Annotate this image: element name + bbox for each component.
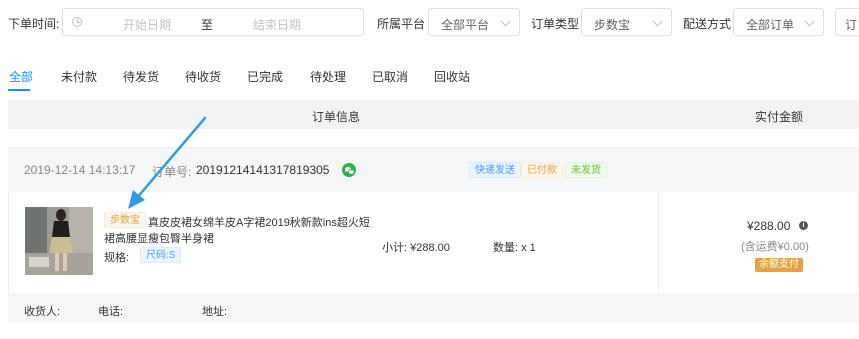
annotation-arrow	[128, 116, 207, 209]
